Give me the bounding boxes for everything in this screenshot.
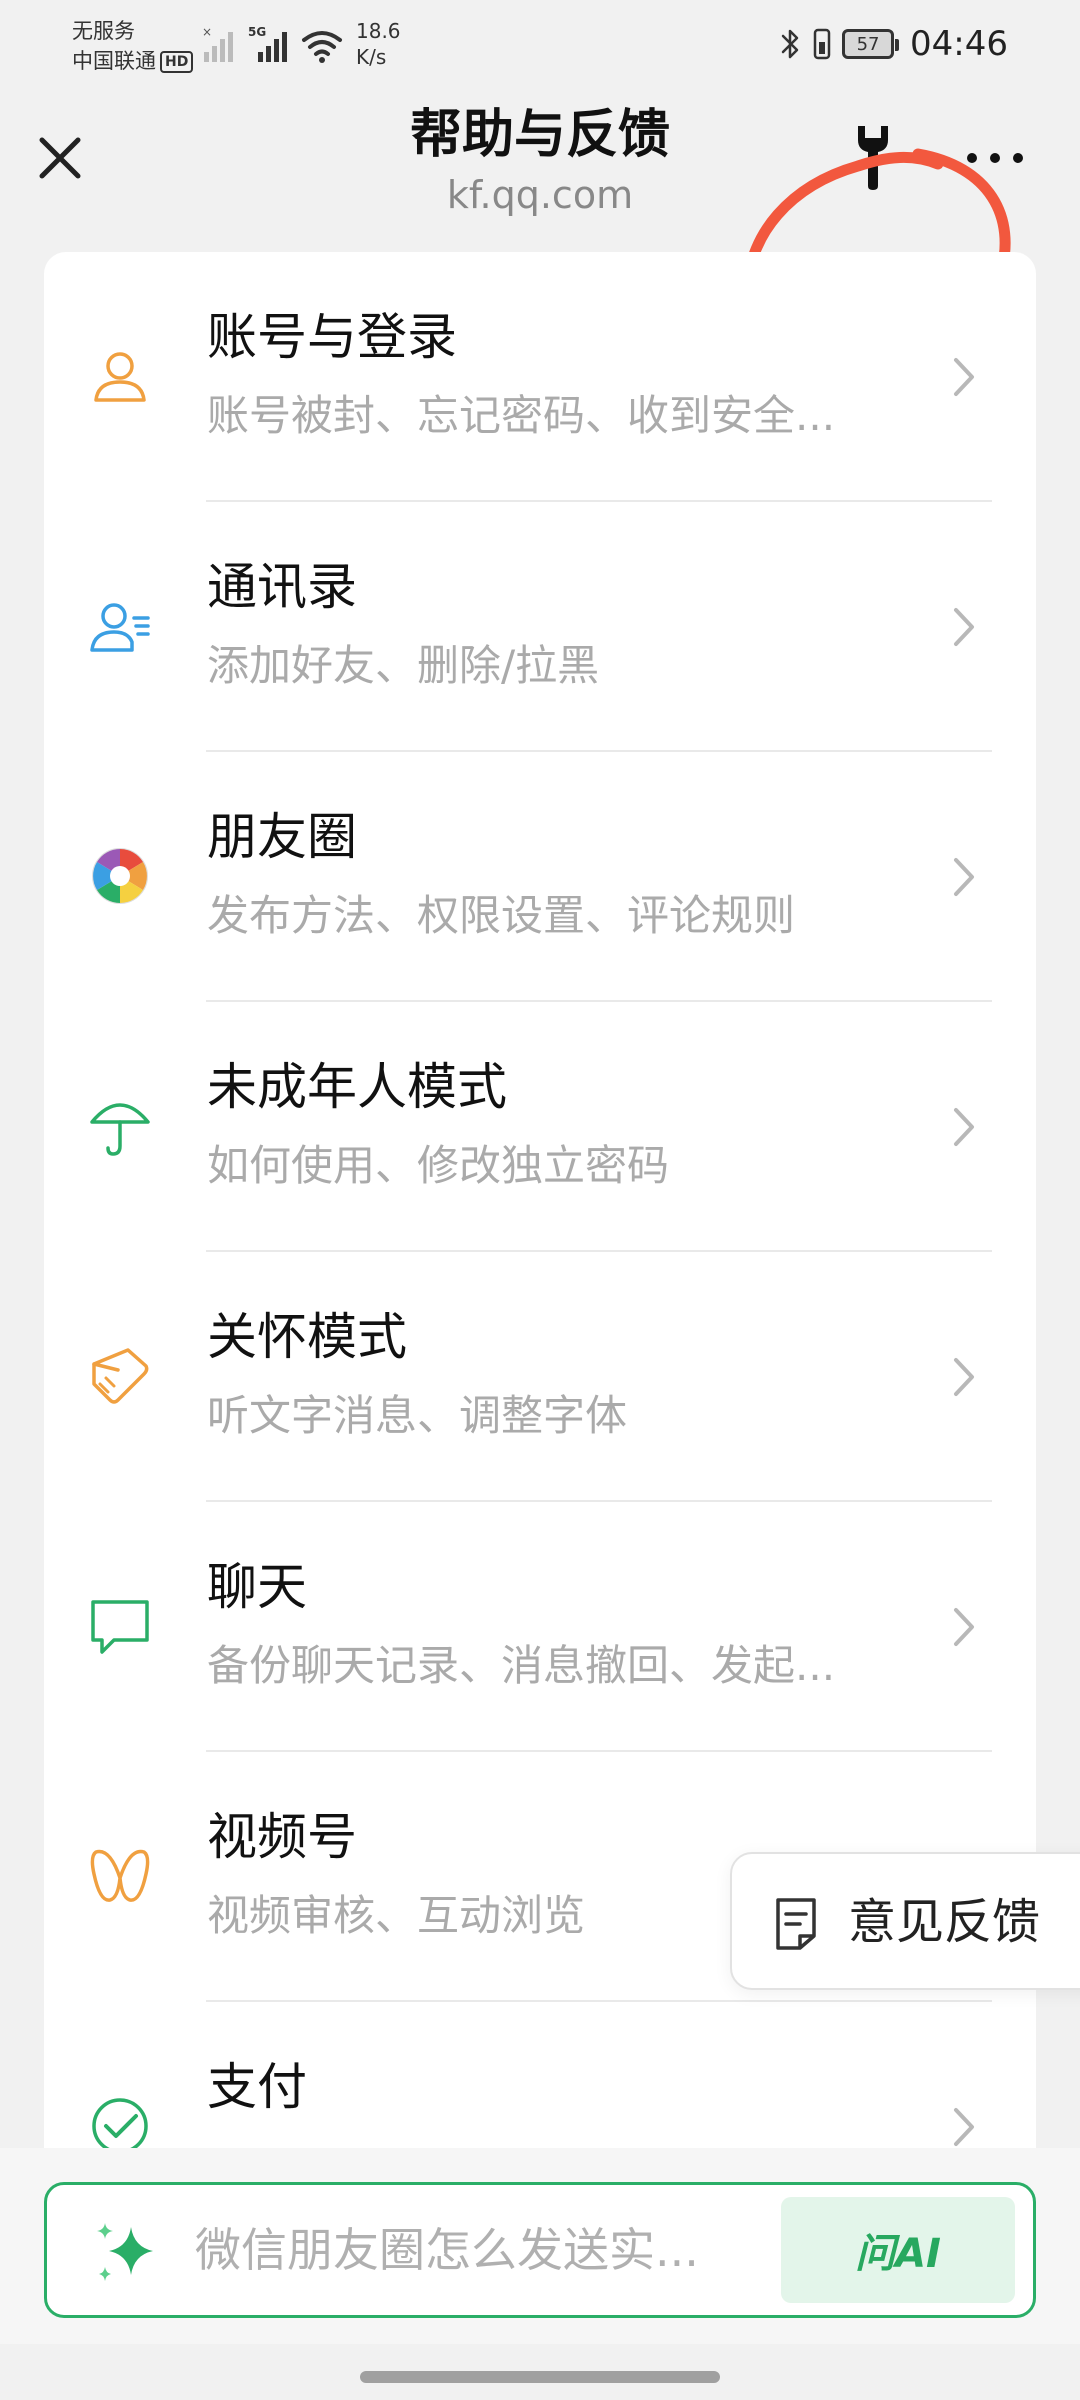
- battery-indicator: 57: [842, 29, 900, 59]
- carrier-info: 无服务 中国联通 HD: [72, 16, 194, 76]
- user-icon: [94, 352, 146, 402]
- list-item-pay[interactable]: 支付: [44, 2002, 1036, 2152]
- vibrate-battery-icon: [813, 28, 831, 60]
- ai-search-bar: 问AI: [0, 2148, 1080, 2344]
- tools-button[interactable]: [848, 122, 898, 192]
- network-speed: 18.6 K/s: [356, 18, 401, 70]
- feedback-label: 意见反馈: [848, 1894, 1041, 1950]
- chat-bubble-icon: [91, 1600, 149, 1654]
- list-item-minor-mode[interactable]: 未成年人模式 如何使用、修改独立密码: [44, 1002, 1036, 1252]
- list-item-contacts[interactable]: 通讯录 添加好友、删除/拉黑: [44, 502, 1036, 752]
- list-item-care-mode[interactable]: 关怀模式 听文字消息、调整字体: [44, 1252, 1036, 1502]
- moments-icon: [92, 848, 148, 904]
- svg-text:×: ×: [202, 25, 212, 39]
- signal-strength-icon: × 5G: [202, 25, 342, 63]
- item-title: 支付: [207, 2058, 307, 2116]
- channels-icon: [90, 1849, 150, 1902]
- contacts-icon: [90, 603, 150, 652]
- page-domain: kf.qq.com: [446, 173, 634, 217]
- umbrella-icon: [90, 1103, 150, 1156]
- clock: 04:46: [910, 24, 1008, 64]
- nav-header: 帮助与反馈 kf.qq.com: [0, 88, 1080, 372]
- chevron-right-icon: [954, 858, 974, 896]
- sparkle-icon: [97, 2223, 153, 2281]
- battery-level: 57: [856, 33, 880, 55]
- list-item-moments[interactable]: 朋友圈 发布方法、权限设置、评论规则: [44, 752, 1036, 1002]
- ai-input-container[interactable]: 问AI: [44, 2182, 1036, 2318]
- status-right: 57 04:46: [780, 20, 1008, 68]
- hd-badge: HD: [160, 51, 194, 73]
- document-icon: [776, 1898, 816, 1950]
- chevron-right-icon: [954, 608, 974, 646]
- chevron-right-icon: [954, 2108, 974, 2146]
- more-dots-icon[interactable]: [960, 138, 1030, 178]
- care-hand-icon: [92, 1348, 149, 1404]
- page-title: 帮助与反馈: [409, 105, 670, 165]
- item-title: 账号与登录: [207, 308, 457, 366]
- item-title: 朋友圈: [207, 808, 357, 866]
- wrench-icon[interactable]: [848, 122, 898, 192]
- item-subtitle: 如何使用、修改独立密码: [207, 1141, 670, 1190]
- list-item-chat[interactable]: 聊天 备份聊天记录、消息撤回、发起...: [44, 1502, 1036, 1752]
- carrier-line1: 无服务: [72, 19, 135, 43]
- item-subtitle: 听文字消息、调整字体: [207, 1391, 628, 1440]
- ai-question-input[interactable]: [195, 2215, 785, 2285]
- speed-value: 18.6: [356, 19, 401, 43]
- speed-unit: K/s: [356, 45, 387, 69]
- item-title: 关怀模式: [207, 1308, 407, 1366]
- more-button[interactable]: [960, 138, 1030, 178]
- item-subtitle: 发布方法、权限设置、评论规则: [207, 891, 796, 940]
- item-title: 通讯录: [207, 558, 357, 616]
- item-subtitle: 添加好友、删除/拉黑: [207, 641, 600, 690]
- status-bar: 无服务 中国联通 HD × 5G 18.6 K/s 57 04:46: [0, 0, 1080, 88]
- carrier-line2: 中国联通 HD: [72, 46, 194, 76]
- chevron-right-icon: [954, 1108, 974, 1146]
- signal-icons: × 5G: [202, 22, 352, 70]
- item-title: 视频号: [207, 1808, 357, 1866]
- bluetooth-icon: [781, 29, 799, 59]
- feedback-button[interactable]: 意见反馈: [730, 1852, 1080, 1990]
- chevron-right-icon: [954, 358, 974, 396]
- pay-icon: [92, 2098, 148, 2152]
- item-subtitle: 备份聊天记录、消息撤回、发起...: [207, 1641, 836, 1690]
- list-item-account-login[interactable]: 账号与登录 账号被封、忘记密码、收到安全...: [44, 252, 1036, 502]
- item-title: 聊天: [207, 1558, 307, 1616]
- chevron-right-icon: [954, 1358, 974, 1396]
- item-title: 未成年人模式: [207, 1058, 507, 1116]
- ask-ai-button[interactable]: 问AI: [781, 2197, 1015, 2303]
- carrier-name: 中国联通: [72, 49, 156, 73]
- item-subtitle: 账号被封、忘记密码、收到安全...: [207, 391, 836, 440]
- network-type-label: 5G: [248, 25, 266, 39]
- chevron-right-icon: [954, 1608, 974, 1646]
- home-indicator[interactable]: [360, 2371, 720, 2383]
